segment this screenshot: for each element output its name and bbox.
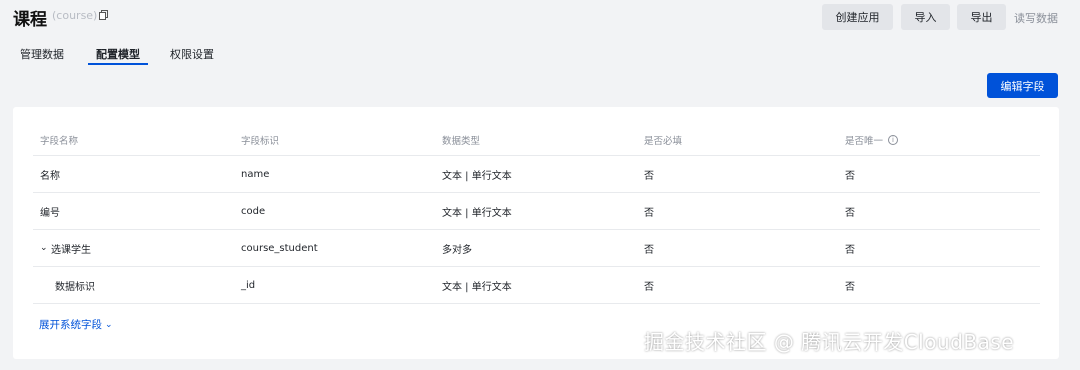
field-name-expandable[interactable]: ⌄ 选课学生 xyxy=(40,230,91,266)
field-required: 否 xyxy=(644,170,654,182)
table-row[interactable]: 名称 name 文本 | 单行文本 否 否 xyxy=(33,156,1040,193)
field-id: code xyxy=(241,205,266,217)
column-header: 是否唯一 xyxy=(845,136,884,147)
field-id: name xyxy=(241,168,270,180)
field-unique: 否 xyxy=(845,244,855,256)
field-unique: 否 xyxy=(845,281,855,293)
field-type: 文本 | 单行文本 xyxy=(442,170,512,182)
export-button[interactable]: 导出 xyxy=(957,4,1006,30)
column-header-unique: 是否唯一 i xyxy=(845,125,899,155)
active-tab-indicator xyxy=(88,63,148,65)
field-name: 编号 xyxy=(40,207,60,219)
create-app-button[interactable]: 创建应用 xyxy=(822,4,893,30)
field-type: 文本 | 单行文本 xyxy=(442,281,512,293)
field-name: 选课学生 xyxy=(51,244,91,256)
page-header: 课程 (course) 创建应用 导入 导出 读写数据 xyxy=(0,0,1080,36)
watermark: 掘金技术社区 @ 腾讯云开发CloudBase xyxy=(644,330,1015,354)
column-header: 数据类型 xyxy=(442,136,481,147)
column-header: 是否必填 xyxy=(644,136,683,147)
table-header: 字段名称 字段标识 数据类型 是否必填 是否唯一 i xyxy=(33,125,1040,156)
field-unique: 否 xyxy=(845,170,855,182)
field-required: 否 xyxy=(644,281,654,293)
copy-icon[interactable] xyxy=(99,10,108,20)
field-type: 多对多 xyxy=(442,244,472,256)
import-button[interactable]: 导入 xyxy=(901,4,950,30)
tab-permissions[interactable]: 权限设置 xyxy=(170,46,214,62)
chevron-down-icon: ⌄ xyxy=(105,319,113,330)
table-row[interactable]: 数据标识 _id 文本 | 单行文本 否 否 xyxy=(33,267,1040,304)
page-title: 课程 xyxy=(13,10,47,30)
chevron-down-icon[interactable]: ⌄ xyxy=(40,243,49,253)
edit-fields-button[interactable]: 编辑字段 xyxy=(987,73,1058,98)
column-header: 字段标识 xyxy=(241,136,280,147)
field-type: 文本 | 单行文本 xyxy=(442,207,512,219)
column-header: 字段名称 xyxy=(40,136,79,147)
tab-bar: 管理数据 配置模型 权限设置 xyxy=(0,40,600,68)
field-required: 否 xyxy=(644,207,654,219)
collection-id: (course) xyxy=(52,9,98,22)
field-id: course_student xyxy=(241,242,318,254)
expand-system-fields-link[interactable]: 展开系统字段 ⌄ xyxy=(39,317,113,332)
field-unique: 否 xyxy=(845,207,855,219)
fields-table: 字段名称 字段标识 数据类型 是否必填 是否唯一 i 名称 name 文本 | … xyxy=(33,125,1040,304)
field-id: _id xyxy=(241,279,256,291)
read-write-label: 读写数据 xyxy=(1014,12,1058,25)
field-name: 数据标识 xyxy=(55,281,95,293)
info-icon[interactable]: i xyxy=(888,135,899,145)
tab-config-model[interactable]: 配置模型 xyxy=(96,46,140,62)
field-name: 名称 xyxy=(40,170,60,182)
expand-system-fields-label: 展开系统字段 xyxy=(39,319,102,331)
tab-manage-data[interactable]: 管理数据 xyxy=(20,46,64,62)
fields-card: 字段名称 字段标识 数据类型 是否必填 是否唯一 i 名称 name 文本 | … xyxy=(13,107,1059,359)
table-row[interactable]: ⌄ 选课学生 course_student 多对多 否 否 xyxy=(33,230,1040,267)
table-row[interactable]: 编号 code 文本 | 单行文本 否 否 xyxy=(33,193,1040,230)
field-required: 否 xyxy=(644,244,654,256)
